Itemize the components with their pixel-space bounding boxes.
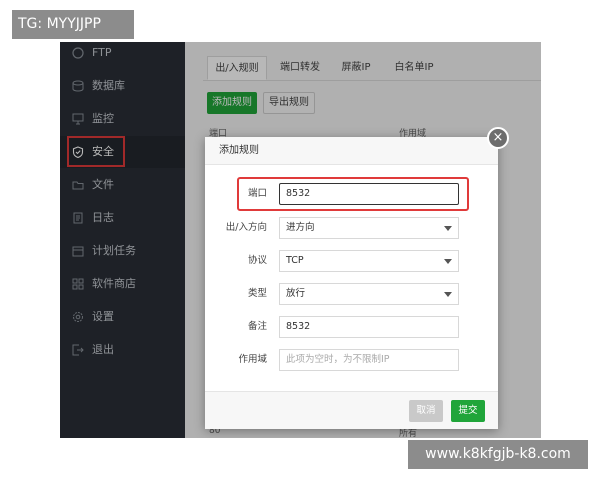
protocol-row: 协议 TCP <box>205 250 498 272</box>
scope-label: 作用域 <box>238 354 267 365</box>
cancel-button[interactable]: 取消 <box>409 400 443 422</box>
port-input[interactable]: 8532 <box>279 183 459 205</box>
protocol-label: 协议 <box>247 255 267 266</box>
port-label: 端口 <box>247 188 267 199</box>
protocol-value: TCP <box>286 255 304 266</box>
direction-label: 出/入方向 <box>225 222 267 233</box>
type-label: 类型 <box>247 288 267 299</box>
protocol-select[interactable]: TCP <box>279 250 459 272</box>
dialog-footer: 取消 提交 <box>205 391 498 429</box>
dialog-title: 添加规则 <box>219 145 259 156</box>
chevron-down-icon <box>444 259 452 264</box>
scope-row: 作用域 此项为空时，为不限制IP <box>205 349 498 371</box>
type-row: 类型 放行 <box>205 283 498 305</box>
direction-select[interactable]: 进方向 <box>279 217 459 239</box>
add-rule-dialog: 添加规则 × 端口 8532 出/入方向 进方向 协议 TCP 类型 放行 备注… <box>205 127 509 429</box>
close-icon[interactable]: × <box>487 127 509 149</box>
dialog-header: 添加规则 <box>205 137 498 165</box>
direction-row: 出/入方向 进方向 <box>205 217 498 239</box>
watermark-top: TG: MYYJJPP <box>12 10 134 39</box>
type-select[interactable]: 放行 <box>279 283 459 305</box>
port-row: 端口 8532 <box>205 183 498 205</box>
type-value: 放行 <box>286 288 306 299</box>
app-window: FTP 数据库 监控 安全 文件 日志 计划任务 软件商店 设置 退出 出/入规… <box>60 42 541 438</box>
remark-row: 备注 8532 <box>205 316 498 338</box>
chevron-down-icon <box>444 226 452 231</box>
scope-input[interactable]: 此项为空时，为不限制IP <box>279 349 459 371</box>
watermark-bottom: www.k8kfgjb-k8.com <box>408 440 588 469</box>
submit-button[interactable]: 提交 <box>451 400 485 422</box>
direction-value: 进方向 <box>286 222 315 233</box>
remark-input[interactable]: 8532 <box>279 316 459 338</box>
remark-label: 备注 <box>247 321 267 332</box>
chevron-down-icon <box>444 292 452 297</box>
